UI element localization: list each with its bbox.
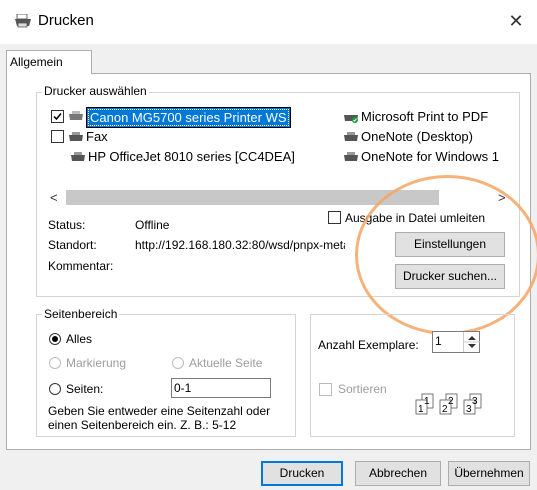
collate-page-num: 3	[472, 396, 478, 407]
collate-page-num: 1	[418, 404, 424, 415]
scroll-left-icon[interactable]: <	[50, 190, 58, 205]
collate-page-num: 1	[424, 396, 430, 407]
range-all-label: Alles	[66, 332, 93, 346]
printer-icon	[14, 13, 32, 28]
range-current-page-radio	[172, 357, 184, 369]
range-pages-label: Seiten:	[66, 382, 104, 396]
printer-item-hp[interactable]: HP OfficeJet 8010 series [CC4DEA]	[88, 148, 295, 166]
window-title: Drucken	[38, 12, 94, 29]
printer-icon	[343, 151, 359, 163]
collate-pages-icon: 1 1 2 2 3 3	[414, 392, 494, 418]
print-to-file-label: Ausgabe in Datei umleiten	[345, 211, 486, 225]
collate-page-num: 2	[442, 404, 448, 415]
printer-item-pdf[interactable]: Microsoft Print to PDF	[361, 108, 488, 126]
printer-item-canon[interactable]: Canon MG5700 series Printer WS	[86, 107, 291, 128]
comment-label: Kommentar:	[48, 259, 114, 273]
default-printer-icon	[343, 111, 359, 123]
location-value: http://192.168.180.32:80/wsd/pnpx-metada…	[135, 238, 345, 252]
printer-group-legend: Drucker auswählen	[42, 84, 149, 98]
range-all-radio[interactable]	[49, 333, 61, 345]
pages-input[interactable]: 0-1	[171, 378, 271, 398]
range-hint: Geben Sie entweder eine Seitenzahl oder …	[48, 404, 271, 432]
status-value: Offline	[135, 218, 170, 232]
close-icon[interactable]: ✕	[505, 10, 527, 32]
printer-icon	[70, 151, 86, 163]
printer-item-fax[interactable]: Fax	[86, 128, 108, 146]
settings-button[interactable]: Einstellungen	[395, 232, 505, 257]
copies-spinner[interactable]	[463, 332, 480, 352]
copies-label: Anzahl Exemplare:	[318, 338, 419, 352]
printer-item-onenote-windows[interactable]: OneNote for Windows 1	[361, 148, 508, 166]
collate-checkbox	[319, 383, 332, 396]
collate-label: Sortieren	[338, 382, 387, 396]
collate-page-num: 2	[448, 396, 454, 407]
location-label: Standort:	[48, 238, 97, 252]
fax-icon	[68, 131, 84, 143]
find-printer-button[interactable]: Drucker suchen...	[395, 264, 505, 289]
range-current-page-label: Aktuelle Seite	[189, 356, 263, 370]
printer-icon	[68, 110, 84, 122]
apply-button[interactable]: Übernehmen	[448, 461, 530, 486]
print-button[interactable]: Drucken	[261, 461, 343, 486]
status-label: Status:	[48, 218, 86, 232]
print-to-file-checkbox[interactable]	[328, 211, 341, 224]
range-selection-radio	[49, 357, 61, 369]
printer-item-onenote-desktop[interactable]: OneNote (Desktop)	[361, 128, 473, 146]
range-pages-radio[interactable]	[49, 383, 61, 395]
tab-allgemein[interactable]: Allgemein	[6, 50, 92, 74]
printer-icon	[343, 131, 359, 143]
collate-page-num: 3	[466, 404, 472, 415]
printer-checkbox-canon[interactable]	[51, 110, 64, 123]
range-selection-label: Markierung	[66, 356, 127, 370]
page-range-legend: Seitenbereich	[42, 307, 120, 321]
printer-checkbox-fax[interactable]	[51, 130, 64, 143]
scroll-right-icon[interactable]: >	[498, 190, 506, 205]
cancel-button[interactable]: Abbrechen	[355, 461, 441, 486]
spinner-arrows-icon	[464, 336, 480, 348]
scrollbar-thumb[interactable]	[66, 190, 439, 205]
copies-group	[310, 314, 515, 437]
